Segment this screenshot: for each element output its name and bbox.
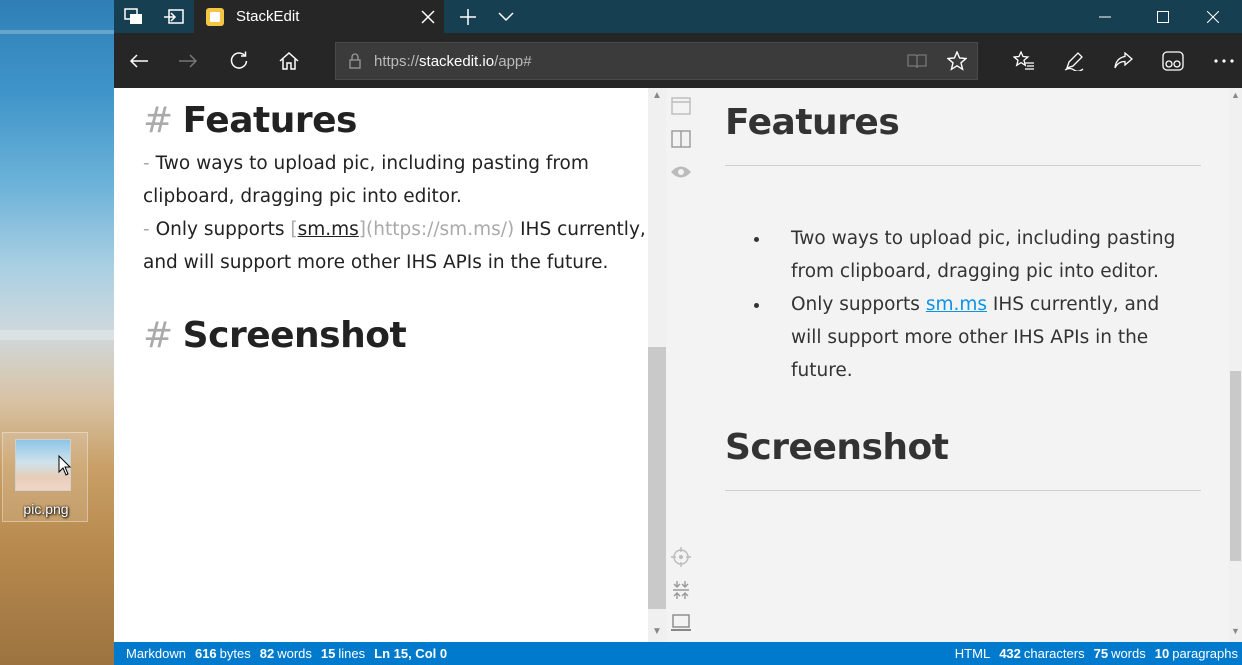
- heading-rule: [725, 490, 1201, 491]
- mouse-cursor-icon: [58, 455, 72, 476]
- side-toolbar: [666, 88, 696, 642]
- bytes-unit: bytes: [219, 646, 251, 661]
- status-html-label: HTML: [954, 646, 991, 661]
- minimize-button[interactable]: [1076, 0, 1134, 33]
- focus-mode-icon[interactable]: [670, 579, 692, 601]
- home-icon[interactable]: [267, 41, 311, 81]
- pen-icon[interactable]: [1052, 41, 1096, 81]
- favorite-star-icon[interactable]: [937, 43, 977, 79]
- paragraphs-unit: paragraphs: [1172, 646, 1238, 661]
- heading-text: Screenshot: [182, 315, 407, 356]
- tab-list-chevron-icon[interactable]: [488, 0, 524, 33]
- characters-unit: characters: [1023, 646, 1085, 661]
- desktop-file-label: pic.png: [23, 501, 69, 517]
- forward-icon[interactable]: [166, 41, 210, 81]
- desktop-file-icon[interactable]: pic.png: [2, 432, 88, 522]
- tab-stackedit[interactable]: StackEdit: [194, 0, 444, 33]
- heading-text: Features: [182, 100, 358, 141]
- link-bracket-close: ]: [358, 219, 367, 240]
- lines-count: 15: [320, 646, 336, 661]
- scrollbar-thumb[interactable]: [1230, 371, 1241, 561]
- status-mode-label: Markdown: [126, 646, 186, 661]
- address-bar[interactable]: https://stackedit.io/app#: [335, 42, 978, 80]
- url-prefix: https://: [374, 52, 420, 70]
- status-left: Markdown 616 bytes 82 words 15 lines Ln 15,…: [126, 646, 450, 661]
- share-icon[interactable]: [1101, 41, 1145, 81]
- link-text: sm.ms: [297, 219, 359, 240]
- preview-words-count: 75: [1093, 646, 1109, 661]
- paragraphs-count: 10: [1154, 646, 1170, 661]
- tab-title: StackEdit: [236, 8, 300, 25]
- editor-heading-features: # Features: [143, 100, 357, 141]
- link-url: (https://sm.ms/): [366, 219, 515, 240]
- scroll-down-arrow-icon[interactable]: ▼: [1229, 626, 1242, 640]
- words-unit: words: [277, 646, 312, 661]
- preview-list: Two ways to upload pic, including pastin…: [751, 222, 1191, 387]
- line-text: Two ways to upload pic, including pastin…: [155, 153, 589, 174]
- html-preview: Features Two ways to upload pic, includi…: [696, 88, 1229, 642]
- preview-heading-screenshot: Screenshot: [725, 427, 949, 468]
- stackedit-favicon-icon: [206, 7, 224, 26]
- toggle-side-preview-icon[interactable]: [670, 128, 692, 150]
- bytes-count: 616: [194, 646, 217, 661]
- url-path: /app#: [494, 52, 532, 70]
- reading-view-icon[interactable]: [897, 43, 937, 79]
- toggle-navbar-icon[interactable]: [670, 95, 692, 117]
- eye-icon[interactable]: [670, 161, 692, 183]
- preview-list-item-2: Only supports sm.ms IHS currently, and w…: [771, 288, 1191, 387]
- preview-heading-features: Features: [725, 102, 900, 143]
- preview-scrollbar[interactable]: ▲ ▼: [1229, 88, 1242, 642]
- tab-close-icon[interactable]: [412, 0, 444, 33]
- sm-ms-link[interactable]: sm.ms: [926, 294, 987, 315]
- scroll-up-arrow-icon[interactable]: ▲: [1229, 90, 1242, 104]
- tab-actions-icon[interactable]: [116, 0, 152, 33]
- desktop-wallpaper: pic.png: [0, 0, 114, 665]
- editor-scrollbar[interactable]: ▲ ▼: [648, 88, 666, 642]
- editor-heading-screenshot: # Screenshot: [143, 315, 407, 356]
- heading-rule: [725, 165, 1201, 166]
- set-aside-tabs-icon[interactable]: [156, 0, 192, 33]
- close-window-button[interactable]: [1184, 0, 1242, 33]
- markdown-editor[interactable]: # Features - Two ways to upload pic, incl…: [114, 88, 648, 642]
- more-icon[interactable]: [1202, 41, 1242, 81]
- editor-line-2: clipboard, dragging pic into editor.: [143, 186, 462, 207]
- list-item-text: Only supports: [791, 294, 926, 315]
- heading-hash: #: [143, 100, 173, 141]
- status-bar: Markdown 616 bytes 82 words 15 lines Ln 15,…: [114, 642, 1242, 665]
- words-count: 82: [259, 646, 275, 661]
- wallpaper-cloud: [0, 30, 114, 34]
- editor-line-4: and will support more other IHS APIs in …: [143, 252, 609, 273]
- scrollbar-thumb[interactable]: [648, 347, 666, 609]
- cursor-position: Ln 15, Col 0: [374, 646, 448, 661]
- list-dash: -: [143, 153, 156, 174]
- refresh-icon[interactable]: [217, 41, 261, 81]
- list-dash: -: [143, 219, 156, 240]
- lock-icon[interactable]: [336, 43, 374, 79]
- scroll-sync-icon[interactable]: [670, 546, 692, 568]
- heading-hash: #: [143, 315, 173, 356]
- browser-navbar: https://stackedit.io/app#: [114, 33, 1242, 88]
- new-tab-icon[interactable]: [450, 0, 486, 33]
- scroll-down-arrow-icon[interactable]: ▼: [648, 626, 666, 640]
- line-text: Only supports: [155, 219, 291, 240]
- browser-titlebar: StackEdit: [114, 0, 1242, 33]
- characters-count: 432: [999, 646, 1021, 661]
- back-icon[interactable]: [117, 41, 161, 81]
- line-text-after: IHS currently,: [514, 219, 646, 240]
- editor-line-1: - Two ways to upload pic, including past…: [143, 153, 589, 174]
- preview-words-unit: words: [1111, 646, 1146, 661]
- wallpaper-cloud: [0, 330, 114, 340]
- link-bracket-open: [: [290, 219, 298, 240]
- scroll-up-arrow-icon[interactable]: ▲: [648, 90, 666, 104]
- lines-unit: lines: [338, 646, 366, 661]
- address-url[interactable]: https://stackedit.io/app#: [374, 53, 897, 70]
- status-right: HTML 432 characters 75 words 10 paragraphs: [955, 646, 1238, 661]
- editor-line-3: - Only supports [sm.ms](https://sm.ms/) …: [143, 219, 646, 240]
- favorites-hub-icon[interactable]: [1002, 41, 1046, 81]
- url-host: stackedit.io: [419, 52, 495, 70]
- preview-list-item-1: Two ways to upload pic, including pastin…: [771, 222, 1191, 288]
- status-bar-toggle-icon[interactable]: [670, 612, 692, 634]
- extension-icon[interactable]: [1151, 41, 1195, 81]
